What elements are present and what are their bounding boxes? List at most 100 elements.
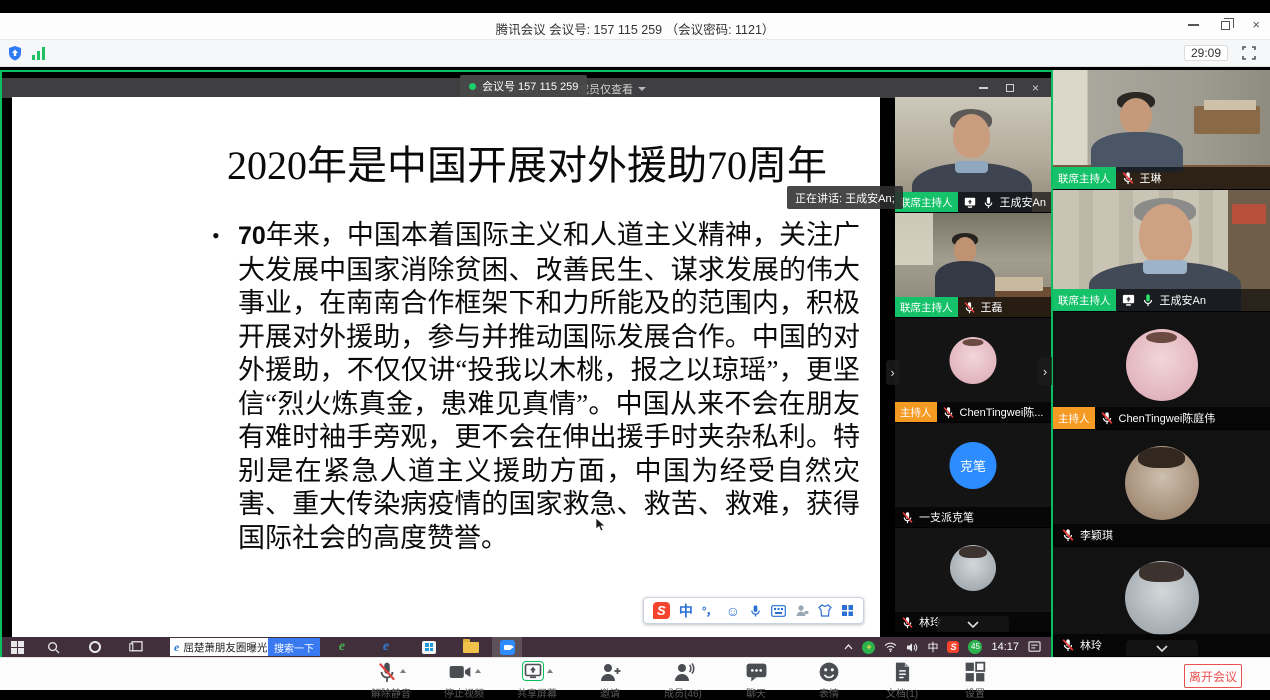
members-button[interactable]: 成员(46) [660,661,706,700]
control-label: 成员(46) [664,685,702,700]
share-screen-button[interactable]: 共享屏幕 [514,661,560,700]
own-panel-collapse-arrow[interactable]: › [1038,357,1052,385]
bullet-lead: 70 [238,222,266,250]
reactions-button[interactable]: 表情 [806,661,852,700]
taskbar-search-text: 屈楚萧朋友圈曝光 [183,640,268,655]
fullscreen-icon[interactable] [1242,46,1256,60]
sogou-tray-icon[interactable]: S [947,641,959,653]
ppt-close-icon[interactable]: × [1032,84,1039,93]
mic-speaking-icon [1141,293,1155,307]
video-tile[interactable]: 联席主持人 王琳 [1053,70,1270,190]
ime-emoji-icon[interactable]: ☺ [726,604,740,618]
participant-name: 王成安An [1000,194,1046,210]
avatar [950,545,996,591]
smiley-icon [818,661,840,683]
tray-percent-badge[interactable]: 45 [968,640,982,654]
video-tile[interactable]: 李颖琪 [1053,430,1270,547]
share-screen-icon [524,663,542,679]
video-tile[interactable]: 联席主持人 王成安An [1053,190,1270,312]
close-icon[interactable]: × [1252,20,1260,30]
mic-muted-icon [1100,411,1114,425]
control-label: 停止视频 [444,685,484,700]
sogou-logo-icon[interactable]: S [653,602,670,619]
panel-collapse-arrow[interactable]: › [886,360,899,385]
settings-button[interactable]: 设置 [952,661,998,700]
ime-skin-icon[interactable] [818,604,832,617]
chat-button[interactable]: 聊天 [733,661,779,700]
input-language-indicator[interactable]: 中 [927,639,938,655]
mic-muted-icon [942,406,955,419]
video-tile[interactable]: 联席主持人 王成安An [895,97,1051,213]
collapse-tiles-button[interactable] [1126,640,1198,656]
ppt-minimize-icon[interactable] [979,87,988,88]
search-icon[interactable] [32,637,74,657]
unmute-button[interactable]: 解除静音 [368,661,414,700]
video-options-caret[interactable] [475,669,481,673]
control-label: 表情 [819,685,839,700]
video-tile[interactable]: 联席主持人 王磊 [895,213,1051,318]
mic-muted-icon [1121,171,1135,185]
tray-expand-icon[interactable] [844,644,853,650]
ime-keyboard-icon[interactable] [771,605,786,617]
role-badge: 联席主持人 [895,297,958,317]
action-center-icon[interactable] [1028,641,1041,653]
taskbar-clock[interactable]: 14:17 [991,641,1019,653]
meeting-id-tooltip: 会议号 157 115 259 [460,75,587,97]
task-view-icon[interactable] [116,637,156,657]
taskbar-search-box[interactable]: e 屈楚萧朋友圈曝光 搜索一下 [170,638,320,656]
video-tile[interactable]: 主持人 ChenTingwei陈庭伟 [1053,312,1270,430]
wifi-icon[interactable] [884,642,897,652]
browser-360-icon[interactable]: e [320,637,364,657]
status-dot-icon [469,83,476,90]
ime-toolbar[interactable]: S 中 °， ☺ [643,597,864,624]
slide-title: 2020年是中国开展对外援助70周年 [207,133,847,191]
ime-voice-icon[interactable] [749,604,762,618]
tencent-meeting-taskbar-icon[interactable] [492,637,522,657]
slide-body: • 70年来，中国本着国际主义和人道主义精神，关注广大发展中国家消除贫困、改善民… [212,219,860,555]
participant-name: 王琳 [1140,170,1162,186]
network-signal-icon[interactable] [31,46,46,60]
restore-icon[interactable] [1221,21,1230,30]
security-shield-icon[interactable] [7,45,23,61]
collapse-tiles-button[interactable] [937,616,1009,632]
minimize-icon[interactable] [1188,24,1199,26]
edge-icon[interactable]: e [364,637,408,657]
app-titlebar: 腾讯会议 会议号: 157 115 259 （会议密码: 1121） × [0,13,1270,40]
meeting-duration: 29:09 [1184,45,1228,61]
role-badge: 联席主持人 [1053,167,1116,189]
windows-taskbar: e 屈楚萧朋友圈曝光 搜索一下 e e + 中 S 45 14:17 [2,637,1051,657]
taskbar-search-button[interactable]: 搜索一下 [268,638,320,656]
video-tile[interactable]: 克笔 一支派克笔 [895,423,1051,528]
tray-antivirus-icon[interactable]: + [862,641,875,654]
leave-meeting-button[interactable]: 离开会议 [1184,664,1242,688]
presentation-slide: 2020年是中国开展对外援助70周年 • 70年来，中国本着国际主义和人道主义精… [12,97,880,637]
docs-button[interactable]: 文档(1) [879,661,925,700]
start-button[interactable] [2,637,32,657]
share-options-caret[interactable] [547,669,553,673]
file-explorer-icon[interactable] [450,637,492,657]
video-tile[interactable]: 主持人 ChenTingwei陈... [895,318,1051,423]
ime-toolbox-icon[interactable] [841,604,854,617]
ime-language-icon[interactable]: 中 [679,601,693,621]
cortana-icon[interactable] [74,637,116,657]
volume-icon[interactable] [906,642,918,653]
ms-store-icon[interactable] [408,637,450,657]
camera-icon [448,661,472,683]
avatar [1125,446,1199,520]
invite-button[interactable]: 邀请 [587,661,633,700]
avatar [950,337,997,384]
video-tile[interactable]: 林玲 [1053,547,1270,657]
stop-video-button[interactable]: 停止视频 [441,661,487,700]
mic-muted-icon [901,511,914,524]
participant-name: 林玲 [1080,637,1102,653]
mic-options-caret[interactable] [400,669,406,673]
view-mode-dropdown[interactable]: 成员仅查看 [578,81,646,97]
control-label: 设置 [965,685,985,700]
ime-profile-icon[interactable] [795,604,809,617]
video-tile[interactable]: 林玲 [895,528,1051,633]
ppt-restore-icon[interactable] [1006,84,1014,92]
mouse-cursor [595,517,607,533]
members-icon [671,661,695,683]
control-label: 邀请 [600,685,620,700]
ime-punctuation-icon[interactable]: °， [702,602,717,619]
